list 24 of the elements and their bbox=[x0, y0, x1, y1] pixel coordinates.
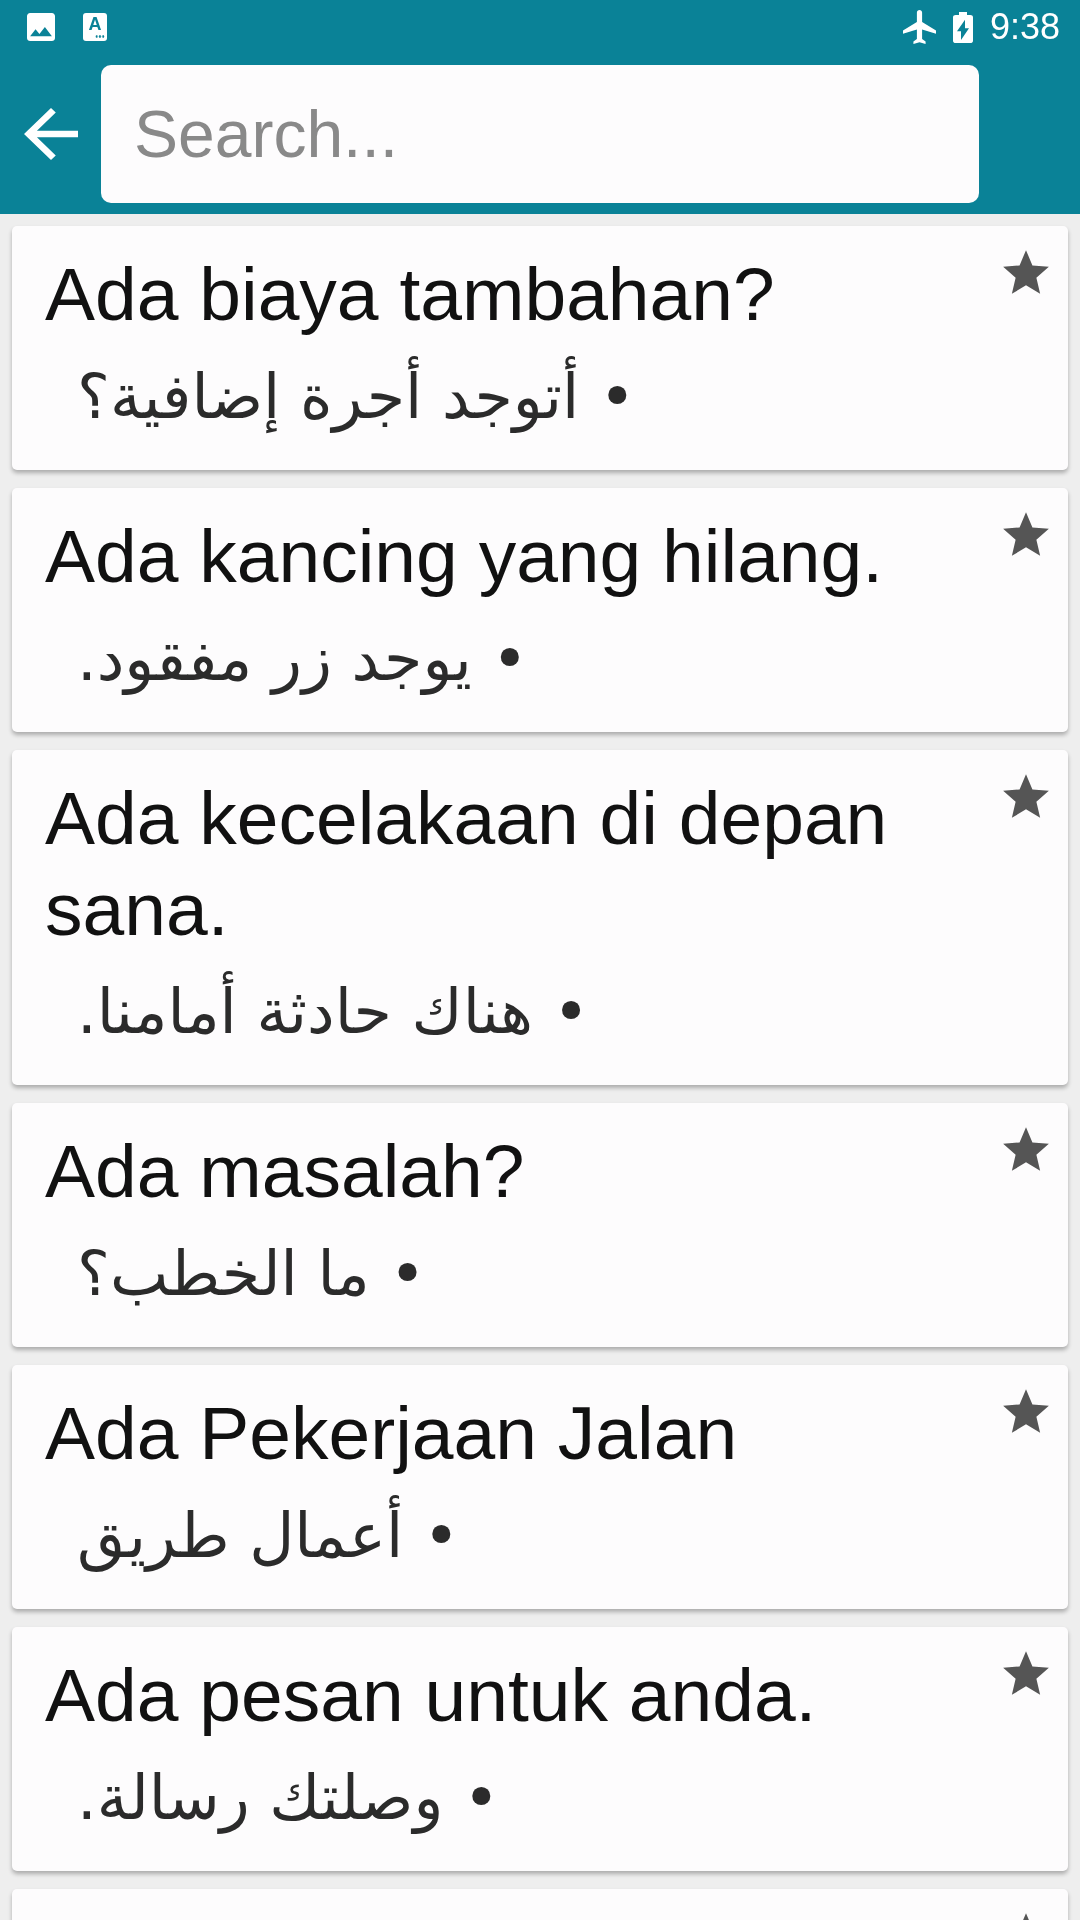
phrase-text: Ada Pekerjaan Jalan bbox=[45, 1390, 738, 1477]
phrase-text: Ada kancing yang hilang. bbox=[45, 513, 884, 600]
image-icon bbox=[27, 13, 55, 41]
star-icon[interactable] bbox=[1002, 773, 1050, 819]
translation-text: • وصلتك رسالة. bbox=[77, 1760, 500, 1836]
back-arrow-icon bbox=[24, 108, 78, 160]
phrase-text: Ada pesan untuk anda. bbox=[45, 1652, 817, 1739]
phrase-text: Ada kecelakaan di depan sana. bbox=[45, 775, 889, 953]
back-button[interactable] bbox=[24, 108, 78, 160]
translation-text: • ما الخطب؟ bbox=[77, 1236, 426, 1312]
star-icon[interactable] bbox=[1002, 1388, 1050, 1434]
translation-text: • هناك حادثة أمامنا. bbox=[77, 972, 590, 1052]
phrase-text: Ada biaya tambahan? bbox=[45, 251, 775, 338]
star-icon[interactable] bbox=[1002, 511, 1050, 557]
translation-text: • أتوجد أجرة إضافية؟ bbox=[77, 357, 636, 437]
translation-text: • يوجد زر مفقود. bbox=[77, 621, 528, 697]
search-field[interactable]: Search... bbox=[101, 65, 979, 203]
app-notification-icon: A bbox=[83, 13, 107, 41]
clock-time: 9:38 bbox=[989, 7, 1060, 47]
star-icon[interactable] bbox=[1002, 1126, 1050, 1172]
translation-text: • أعمال طريق bbox=[77, 1496, 460, 1576]
star-icon[interactable] bbox=[1002, 249, 1050, 295]
phrase-text: Ada masalah? bbox=[45, 1128, 525, 1215]
star-icon[interactable] bbox=[1002, 1650, 1050, 1696]
